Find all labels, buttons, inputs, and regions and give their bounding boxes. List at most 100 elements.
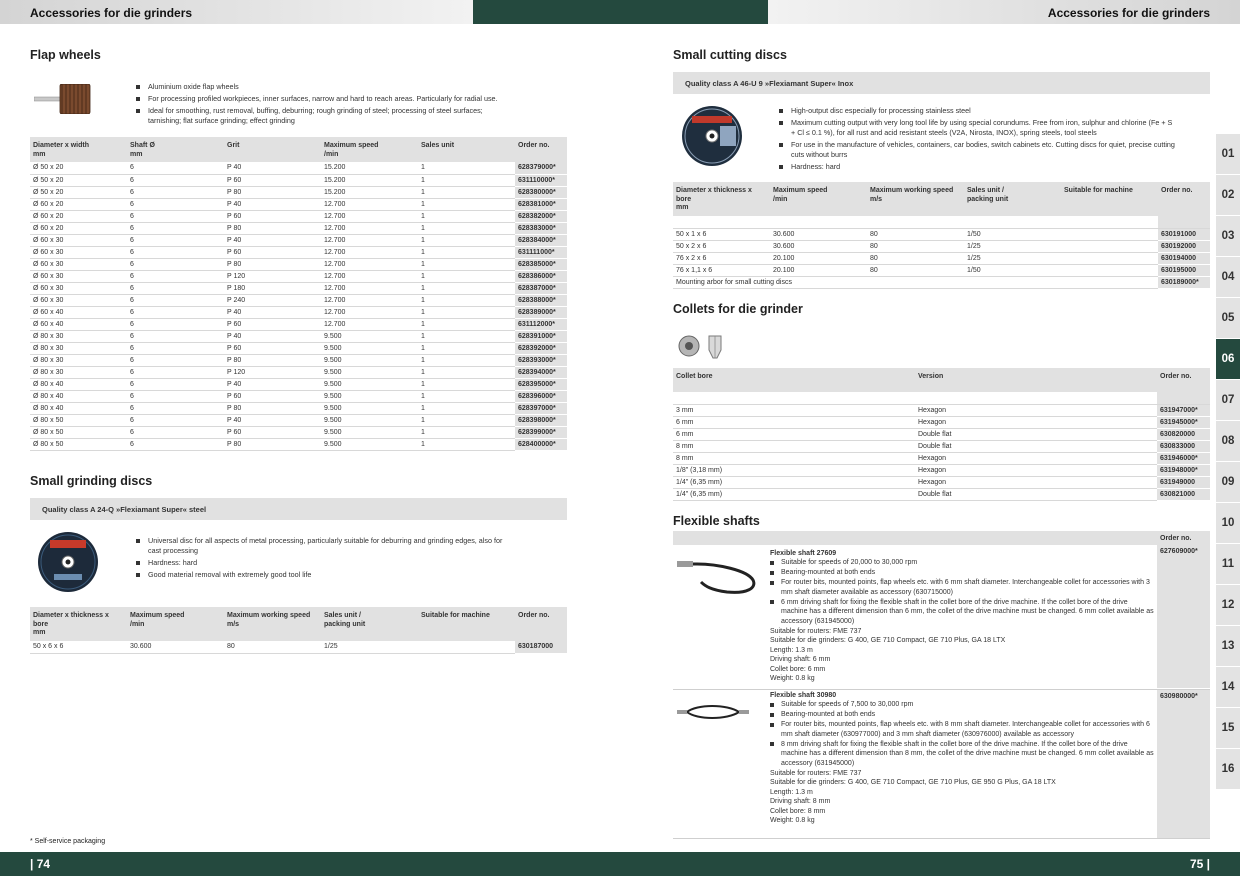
order-number: 628397000* (515, 402, 567, 415)
cutting-quality-band: Quality class A 46-U 9 »Flexiamant Super… (673, 72, 1210, 94)
order-number: 631946000* (1157, 452, 1210, 465)
cell: Hexagon (915, 476, 1157, 489)
table-row: Ø 80 x 50 6 P 40 9.500 1 628398000* (30, 414, 567, 427)
cell: Ø 60 x 40 (30, 318, 127, 331)
spec-line: Driving shaft: 8 mm (770, 798, 831, 805)
cell: 6 mm (673, 428, 915, 441)
chapter-tab-07[interactable]: 07 (1216, 380, 1240, 421)
table-row: 1/8" (3,18 mm) Hexagon 631948000* (673, 464, 1210, 477)
chapter-tabs: 01 02 03 04 05 06 07 08 09 10 11 12 13 14 15 16 (1216, 134, 1240, 790)
table-row: Ø 60 x 30 6 P 120 12.700 1 628386000* (30, 270, 567, 283)
cell: 6 (127, 198, 224, 211)
cell: 76 x 2 x 6 (673, 252, 770, 265)
bullet: For router bits, mounted points, flap wh… (770, 720, 1154, 739)
column-header: Order no. (515, 137, 567, 162)
spacer-row (673, 216, 1210, 229)
cell: 9.500 (321, 414, 418, 427)
cell: 1 (418, 162, 515, 175)
bullet: Hardness: hard (778, 162, 1178, 172)
cell: 9.500 (321, 342, 418, 355)
table-row: Ø 60 x 40 6 P 40 12.700 1 628389000* (30, 306, 567, 319)
column-header: Maximum speed/min (321, 137, 418, 162)
chapter-tab-04[interactable]: 04 (1216, 257, 1240, 298)
cell: Ø 80 x 50 (30, 438, 127, 451)
cell: 1/4" (6,35 mm) (673, 476, 915, 489)
bullet: Maximum cutting output with very long to… (778, 118, 1178, 138)
cell: Ø 80 x 30 (30, 342, 127, 355)
col-max-working-speed: Maximum working speed m/s (224, 607, 321, 641)
chapter-tab-05[interactable]: 05 (1216, 298, 1240, 339)
table-row: Ø 80 x 50 6 P 60 9.500 1 628399000* (30, 426, 567, 439)
cell: P 240 (224, 294, 321, 307)
cell: Hexagon (915, 452, 1157, 465)
flexible-shafts-header: Order no. (673, 531, 1210, 545)
cell: Ø 80 x 30 (30, 330, 127, 343)
column-header: Grit (224, 137, 321, 162)
table-row: 50 x 2 x 6 30.600 80 1/25 630192000 (673, 240, 1210, 253)
cell: Ø 60 x 20 (30, 210, 127, 223)
cell: P 60 (224, 246, 321, 259)
cell: 50 x 6 x 6 (30, 641, 127, 654)
cell: 50 x 2 x 6 (673, 240, 770, 253)
cutting-disc-image (682, 106, 742, 166)
chapter-tab-11[interactable]: 11 (1216, 544, 1240, 585)
cell: 12.700 (321, 306, 418, 319)
table-row: Ø 80 x 40 6 P 40 9.500 1 628395000* (30, 378, 567, 391)
col-order-no: Order no. (515, 607, 567, 641)
cell: 6 (127, 438, 224, 451)
cell: 6 (127, 390, 224, 403)
table-row: Mounting arbor for small cutting discs 63… (673, 276, 1210, 289)
cell: 6 (127, 186, 224, 199)
cell: Ø 60 x 30 (30, 246, 127, 259)
arbor-label: Mounting arbor for small cutting discs (673, 276, 1158, 289)
bullet: Aluminium oxide flap wheels (135, 82, 515, 92)
cell (1061, 228, 1158, 241)
chapter-tab-15[interactable]: 15 (1216, 708, 1240, 749)
bullet: 8 mm driving shaft for fixing the flexib… (770, 740, 1154, 769)
chapter-tab-09[interactable]: 09 (1216, 462, 1240, 503)
cell: 9.500 (321, 438, 418, 451)
chapter-tab-13[interactable]: 13 (1216, 626, 1240, 667)
col-suitable-machine: Suitable for machine (418, 607, 515, 641)
cell: 30.600 (770, 228, 867, 241)
chapter-tab-03[interactable]: 03 (1216, 216, 1240, 257)
cell: Hexagon (915, 464, 1157, 477)
cell: 6 (127, 426, 224, 439)
order-number: 631947000* (1157, 404, 1210, 417)
col-diameter-thickness-bore: Diameter x thickness x bore mm (30, 607, 127, 641)
table-row: Ø 80 x 30 6 P 40 9.500 1 628391000* (30, 330, 567, 343)
order-number: 628385000* (515, 258, 567, 271)
cell: Ø 80 x 30 (30, 354, 127, 367)
order-number: 628392000* (515, 342, 567, 355)
cell: 1 (418, 318, 515, 331)
chapter-tab-01[interactable]: 01 (1216, 134, 1240, 175)
cell: Ø 80 x 40 (30, 378, 127, 391)
chapter-tab-16[interactable]: 16 (1216, 749, 1240, 790)
table-row: 3 mm Hexagon 631947000* (673, 404, 1210, 417)
col-version: Version (915, 368, 1157, 392)
cell: 1 (418, 378, 515, 391)
chapter-tab-06[interactable]: 06 (1216, 339, 1240, 380)
cell: 8 mm (673, 440, 915, 453)
spec-line: Driving shaft: 6 mm (770, 656, 831, 663)
cell: 50 x 1 x 6 (673, 228, 770, 241)
order-number: 628398000* (515, 414, 567, 427)
collets-image (678, 335, 722, 359)
bullet: Hardness: hard (135, 558, 515, 568)
chapter-tab-12[interactable]: 12 (1216, 585, 1240, 626)
cell (418, 641, 515, 654)
chapter-tab-08[interactable]: 08 (1216, 421, 1240, 462)
cell: 1/50 (964, 228, 1061, 241)
cell (1061, 252, 1158, 265)
chapter-tab-14[interactable]: 14 (1216, 667, 1240, 708)
cell: 1/4" (6,35 mm) (673, 488, 915, 501)
cell: 12.700 (321, 282, 418, 295)
chapter-tab-02[interactable]: 02 (1216, 175, 1240, 216)
cell: P 60 (224, 174, 321, 187)
grinding-discs-bullets: Universal disc for all aspects of metal … (135, 536, 515, 582)
order-number: 628379000* (515, 162, 567, 175)
flexible-shaft-27609: Flexible shaft 27609 Suitable for speeds… (770, 549, 1154, 684)
cell: 20.100 (770, 264, 867, 277)
chapter-tab-10[interactable]: 10 (1216, 503, 1240, 544)
cell: 20.100 (770, 252, 867, 265)
